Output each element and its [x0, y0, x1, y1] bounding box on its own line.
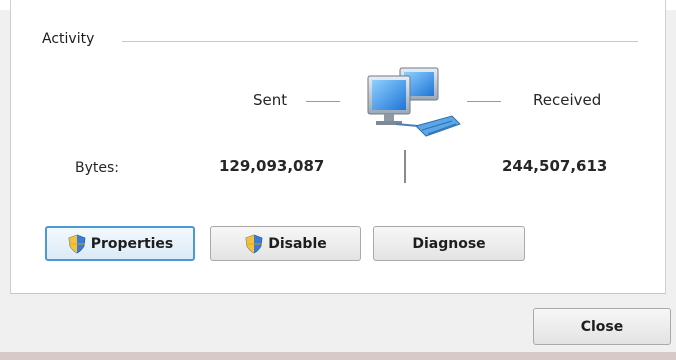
diagnose-button[interactable]: Diagnose: [373, 226, 525, 261]
window-bottom-edge: [0, 352, 676, 360]
bytes-label: Bytes:: [75, 160, 120, 176]
close-button[interactable]: Close: [533, 308, 671, 345]
activity-group-line: [122, 41, 638, 42]
disable-button-label: Disable: [268, 235, 327, 252]
shield-icon: [245, 234, 263, 253]
sent-dash: [306, 101, 340, 102]
bytes-received-value: 244,507,613: [502, 157, 608, 175]
received-dash: [467, 101, 501, 102]
close-button-label: Close: [580, 318, 624, 335]
bytes-sent-value: 129,093,087: [219, 157, 325, 175]
properties-button[interactable]: Properties: [45, 226, 195, 261]
received-label: Received: [533, 91, 602, 109]
activity-legend: Activity: [42, 31, 95, 47]
network-computers-icon: [367, 67, 461, 137]
sent-label: Sent: [253, 91, 288, 109]
diagnose-button-label: Diagnose: [412, 235, 486, 252]
disable-button[interactable]: Disable: [210, 226, 361, 261]
bytes-separator: [404, 150, 406, 183]
properties-button-label: Properties: [90, 235, 174, 252]
shield-icon: [68, 234, 86, 253]
